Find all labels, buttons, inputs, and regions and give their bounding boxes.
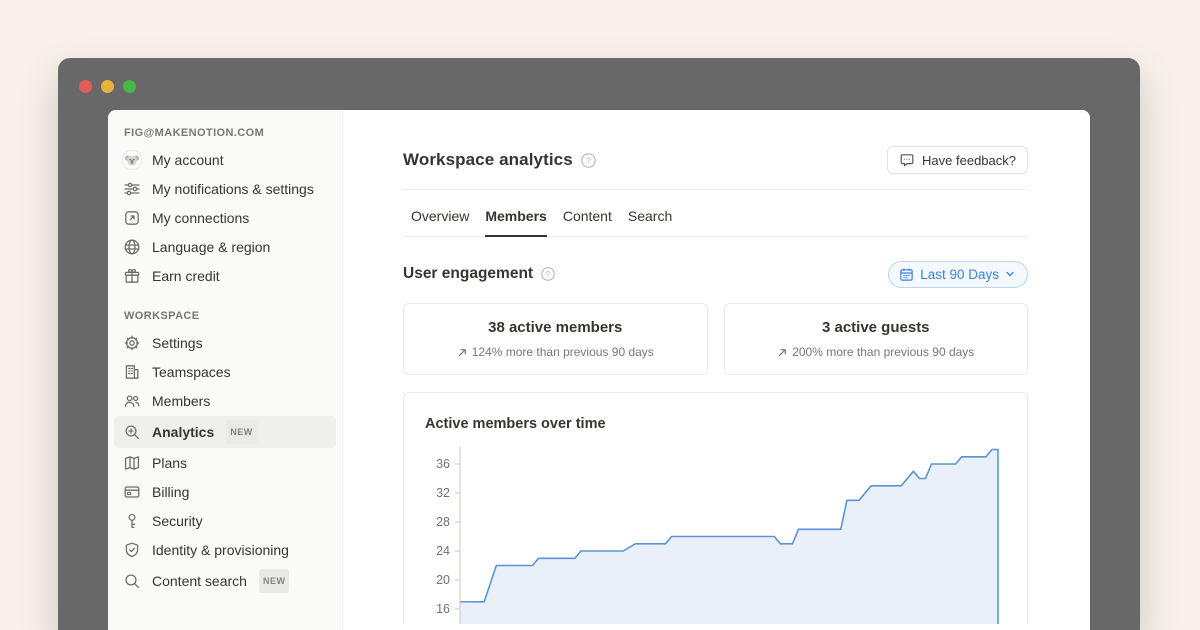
gift-icon — [122, 266, 142, 286]
workspace-header: WORKSPACE — [108, 306, 342, 328]
sidebar-item-label: Members — [152, 391, 210, 411]
date-range-label: Last 90 Days — [920, 267, 999, 282]
gear-icon — [122, 333, 142, 353]
magnifier-plus-icon — [122, 422, 142, 442]
sidebar-item-label: Language & region — [152, 237, 270, 257]
zoom-button[interactable] — [123, 80, 136, 93]
stat-card-38-active-members: 38 active members 124% more than previous… — [403, 303, 708, 375]
sidebar-item-my-connections[interactable]: My connections — [114, 204, 336, 232]
sidebar-item-label: Analytics — [152, 422, 214, 442]
calendar-icon — [899, 267, 914, 282]
stat-change: 200% more than previous 90 days — [735, 345, 1018, 359]
chevron-down-icon — [1005, 269, 1015, 279]
new-badge: NEW — [226, 420, 257, 444]
svg-text:?: ? — [586, 155, 591, 165]
sidebar-item-label: My account — [152, 150, 224, 170]
sidebar-item-label: Billing — [152, 482, 189, 502]
speech-bubble-icon — [899, 152, 915, 168]
sliders-icon — [122, 179, 142, 199]
sidebar-item-label: Teamspaces — [152, 362, 231, 382]
sidebar-item-my-account[interactable]: My account — [114, 146, 336, 174]
traffic-lights — [79, 80, 136, 93]
engagement-header: User engagement ? Last 90 Days — [403, 259, 1028, 289]
y-axis-tick-label: 16 — [436, 602, 450, 616]
sidebar-item-earn-credit[interactable]: Earn credit — [114, 262, 336, 290]
have-feedback-label: Have feedback? — [922, 153, 1016, 168]
sidebar-item-label: Plans — [152, 453, 187, 473]
active-members-chart: 16 20 24 28 32 36 — [404, 445, 1026, 624]
sidebar-item-label: Content search — [152, 571, 247, 591]
header-divider — [403, 189, 1028, 190]
tab-overview[interactable]: Overview — [411, 191, 469, 237]
sidebar-item-analytics[interactable]: Analytics NEW — [114, 416, 336, 448]
sidebar-item-label: Settings — [152, 333, 203, 353]
analytics-tabs: Overview Members Content Search — [403, 191, 1028, 237]
stat-value: 3 active guests — [735, 318, 1018, 338]
y-axis-tick-label: 28 — [436, 515, 450, 529]
stat-change-text: 124% more than previous 90 days — [472, 345, 654, 359]
sidebar-item-plans[interactable]: Plans — [114, 449, 336, 477]
y-axis-tick-label: 20 — [436, 573, 450, 587]
sidebar-item-label: Security — [152, 511, 203, 531]
have-feedback-button[interactable]: Have feedback? — [887, 146, 1028, 174]
account-menu: My account My notifications & settings My … — [108, 146, 342, 290]
sidebar-item-my-notifications-settings[interactable]: My notifications & settings — [114, 175, 336, 203]
chart-card: Active members over time 16 20 24 28 32 36 — [403, 392, 1028, 624]
main-content: Workspace analytics ? Have feedback? Ove… — [343, 110, 1090, 630]
sidebar-item-members[interactable]: Members — [114, 387, 336, 415]
chart-title: Active members over time — [425, 413, 1027, 435]
sidebar-item-billing[interactable]: Billing — [114, 478, 336, 506]
stat-change: 124% more than previous 90 days — [414, 345, 697, 359]
sidebar-item-security[interactable]: Security — [114, 507, 336, 535]
account-email-header: FIG@MAKENOTION.COM — [108, 123, 342, 145]
people-icon — [122, 391, 142, 411]
page-header: Workspace analytics ? Have feedback? — [403, 146, 1028, 174]
svg-text:?: ? — [546, 270, 551, 279]
sidebar-item-settings[interactable]: Settings — [114, 329, 336, 357]
stat-value: 38 active members — [414, 318, 697, 338]
window-titlebar — [58, 58, 1140, 110]
y-axis-tick-label: 24 — [436, 544, 450, 558]
koala-avatar-icon — [122, 150, 142, 170]
sidebar-item-label: Earn credit — [152, 266, 220, 286]
map-icon — [122, 453, 142, 473]
tab-content[interactable]: Content — [563, 191, 612, 237]
tab-search[interactable]: Search — [628, 191, 672, 237]
key-icon — [122, 511, 142, 531]
sidebar-item-teamspaces[interactable]: Teamspaces — [114, 358, 336, 386]
arrow-out-box-icon — [122, 208, 142, 228]
section-title: User engagement — [403, 265, 533, 283]
date-range-dropdown[interactable]: Last 90 Days — [888, 261, 1028, 288]
page-title: Workspace analytics — [403, 150, 573, 170]
globe-icon — [122, 237, 142, 257]
sidebar-item-label: My connections — [152, 208, 249, 228]
settings-panel: FIG@MAKENOTION.COM My account My notifica… — [108, 110, 1090, 630]
settings-sidebar: FIG@MAKENOTION.COM My account My notifica… — [108, 110, 343, 630]
arrow-up-right-icon — [457, 347, 468, 358]
arrow-up-right-icon — [777, 347, 788, 358]
help-icon[interactable]: ? — [581, 153, 596, 168]
new-badge: NEW — [259, 569, 290, 593]
magnifier-icon — [122, 571, 142, 591]
credit-card-icon — [122, 482, 142, 502]
y-axis-tick-label: 32 — [436, 486, 450, 500]
sidebar-item-content-search[interactable]: Content search NEW — [114, 565, 336, 597]
help-icon[interactable]: ? — [541, 267, 555, 281]
sidebar-item-label: My notifications & settings — [152, 179, 314, 199]
stat-change-text: 200% more than previous 90 days — [792, 345, 974, 359]
building-icon — [122, 362, 142, 382]
app-window: FIG@MAKENOTION.COM My account My notifica… — [58, 58, 1140, 630]
stat-cards: 38 active members 124% more than previous… — [403, 303, 1028, 375]
tab-members[interactable]: Members — [485, 191, 546, 237]
y-axis-tick-label: 36 — [436, 457, 450, 471]
sidebar-item-language-region[interactable]: Language & region — [114, 233, 336, 261]
workspace-menu: Settings Teamspaces Members Analytics NEW Pla… — [108, 329, 342, 597]
sidebar-item-identity-provisioning[interactable]: Identity & provisioning — [114, 536, 336, 564]
shield-check-icon — [122, 540, 142, 560]
minimize-button[interactable] — [101, 80, 114, 93]
stat-card-3-active-guests: 3 active guests 200% more than previous 9… — [724, 303, 1029, 375]
close-button[interactable] — [79, 80, 92, 93]
sidebar-item-label: Identity & provisioning — [152, 540, 289, 560]
